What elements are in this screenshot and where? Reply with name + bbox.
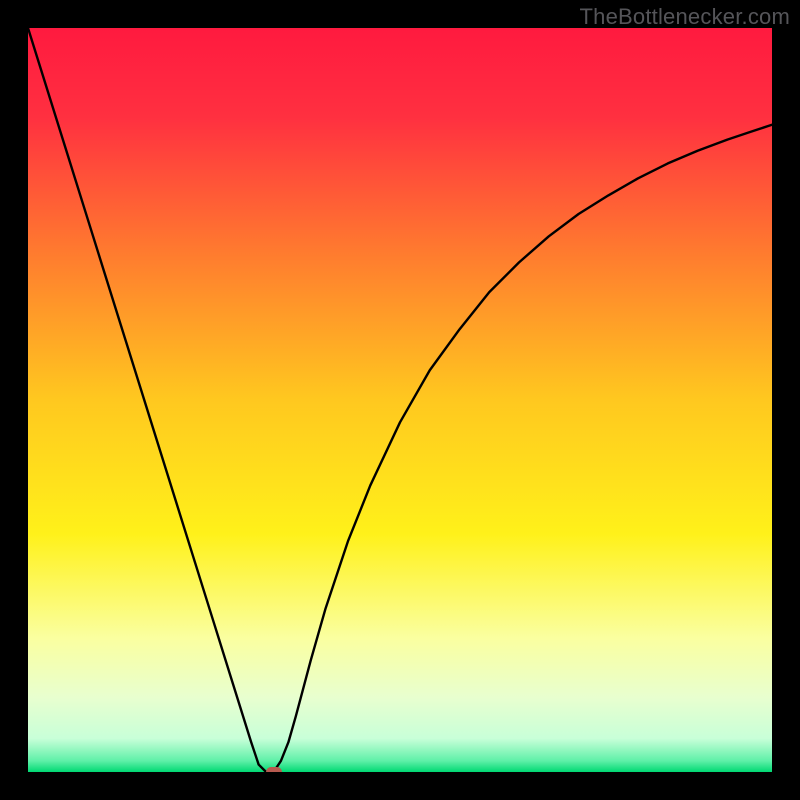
watermark-text: TheBottlenecker.com xyxy=(580,4,790,30)
bottleneck-curve xyxy=(28,28,772,772)
optimal-marker xyxy=(266,767,282,773)
chart-frame: TheBottlenecker.com xyxy=(0,0,800,800)
plot-area xyxy=(28,28,772,772)
